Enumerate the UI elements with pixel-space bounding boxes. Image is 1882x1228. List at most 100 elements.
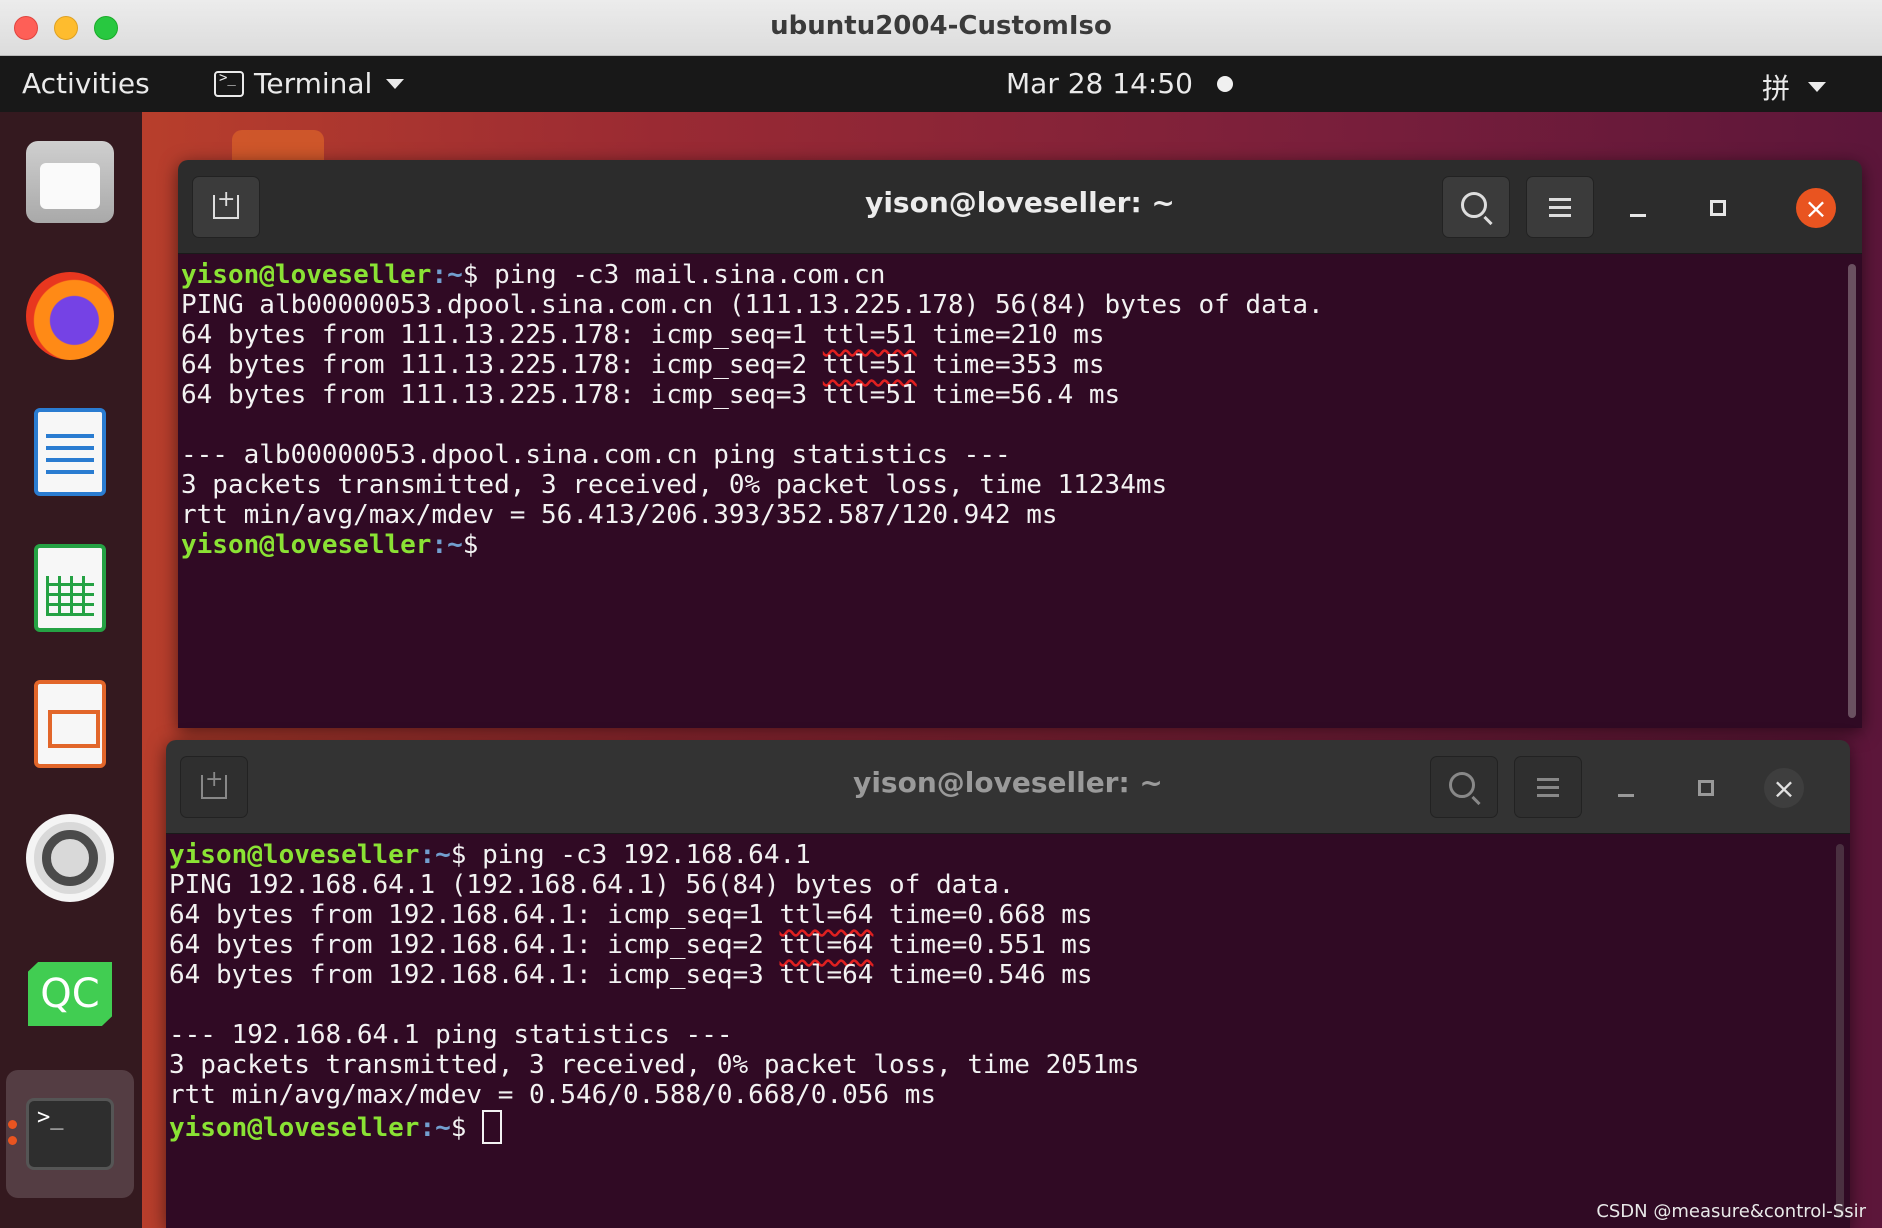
terminal-line: yison@loveseller:~$ ping -c3 mail.sina.c… bbox=[181, 260, 1862, 290]
maximize-button[interactable] bbox=[1686, 768, 1726, 808]
dock-item-calc[interactable] bbox=[24, 542, 116, 634]
menu-button[interactable] bbox=[1514, 756, 1582, 818]
settings-gear-icon bbox=[26, 814, 114, 902]
output-text: PING alb00000053.dpool.sina.com.cn (111.… bbox=[181, 290, 1324, 320]
reply-prefix: 64 bytes from 111.13.225.178: icmp_seq=1 bbox=[181, 320, 823, 350]
minimize-button[interactable] bbox=[1606, 768, 1646, 808]
prompt-path: :~ bbox=[419, 840, 451, 870]
output-text: rtt min/avg/max/mdev = 0.546/0.588/0.668… bbox=[169, 1080, 937, 1110]
prompt-path: :~ bbox=[431, 260, 463, 290]
running-indicator-dot bbox=[8, 1136, 17, 1145]
search-button[interactable] bbox=[1442, 176, 1510, 238]
libreoffice-writer-icon bbox=[34, 408, 106, 496]
hamburger-menu-icon bbox=[1549, 205, 1571, 209]
terminal-line: yison@loveseller:~$ bbox=[181, 530, 1862, 560]
app-menu-terminal[interactable]: Terminal bbox=[214, 67, 405, 100]
new-tab-icon bbox=[213, 187, 239, 219]
terminal-line: 64 bytes from 111.13.225.178: icmp_seq=1… bbox=[181, 320, 1862, 350]
ttl-value: ttl=51 bbox=[822, 380, 917, 410]
maximize-icon bbox=[1698, 780, 1714, 796]
prompt-path: :~ bbox=[419, 1113, 451, 1143]
terminal-line: 64 bytes from 111.13.225.178: icmp_seq=2… bbox=[181, 350, 1862, 380]
host-window-title: ubuntu2004-CustomIso bbox=[770, 11, 1112, 41]
app-menu-label: Terminal bbox=[254, 67, 373, 100]
reply-prefix: 64 bytes from 192.168.64.1: icmp_seq=1 bbox=[169, 900, 780, 930]
terminal-window-2[interactable]: yison@loveseller: ~ × yison@loveseller:~… bbox=[166, 740, 1850, 1228]
scrollbar[interactable] bbox=[1848, 264, 1856, 718]
output-text: PING 192.168.64.1 (192.168.64.1) 56(84) … bbox=[169, 870, 1015, 900]
clock-label: Mar 28 14:50 bbox=[1006, 67, 1193, 100]
prompt-user: yison@loveseller bbox=[169, 1113, 420, 1143]
terminal-headerbar[interactable]: yison@loveseller: ~ × bbox=[166, 740, 1850, 834]
new-tab-button[interactable] bbox=[192, 176, 260, 238]
dock-item-impress[interactable] bbox=[24, 678, 116, 770]
terminal-output[interactable]: yison@loveseller:~$ ping -c3 mail.sina.c… bbox=[178, 254, 1862, 728]
host-window-titlebar: ubuntu2004-CustomIso bbox=[0, 0, 1882, 56]
minimize-button[interactable] bbox=[1618, 188, 1658, 228]
dock-item-firefox[interactable] bbox=[24, 270, 116, 362]
input-method-label: 拼 bbox=[1761, 72, 1790, 105]
output-text: 3 packets transmitted, 3 received, 0% pa… bbox=[169, 1050, 1140, 1080]
search-button[interactable] bbox=[1430, 756, 1498, 818]
dock-item-qt-creator[interactable]: QC bbox=[24, 948, 116, 1040]
maximize-button[interactable] bbox=[1698, 188, 1738, 228]
terminal-output[interactable]: yison@loveseller:~$ ping -c3 192.168.64.… bbox=[166, 834, 1850, 1228]
terminal-line: --- 192.168.64.1 ping statistics --- bbox=[169, 1020, 1850, 1050]
watermark: CSDN @measure&control-Ssir bbox=[1596, 1201, 1866, 1222]
reply-prefix: 64 bytes from 111.13.225.178: icmp_seq=2 bbox=[181, 350, 823, 380]
terminal-line: rtt min/avg/max/mdev = 0.546/0.588/0.668… bbox=[169, 1080, 1850, 1110]
ttl-value: ttl=64 bbox=[779, 960, 874, 990]
chevron-down-icon bbox=[386, 78, 405, 89]
search-icon bbox=[1461, 192, 1487, 218]
libreoffice-impress-icon bbox=[34, 680, 106, 768]
terminal-line: PING 192.168.64.1 (192.168.64.1) 56(84) … bbox=[169, 870, 1850, 900]
ttl-value: ttl=64 bbox=[779, 930, 874, 960]
ttl-value: ttl=51 bbox=[822, 320, 917, 350]
close-button[interactable]: × bbox=[1764, 768, 1804, 808]
dock-item-files[interactable] bbox=[24, 136, 116, 228]
minimize-icon bbox=[1618, 793, 1634, 797]
close-button[interactable]: × bbox=[1796, 188, 1836, 228]
terminal-line: --- alb00000053.dpool.sina.com.cn ping s… bbox=[181, 440, 1862, 470]
output-text: 3 packets transmitted, 3 received, 0% pa… bbox=[181, 470, 1168, 500]
terminal-line: PING alb00000053.dpool.sina.com.cn (111.… bbox=[181, 290, 1862, 320]
dock-item-writer[interactable] bbox=[24, 406, 116, 498]
chevron-down-icon bbox=[1808, 82, 1826, 92]
close-icon: × bbox=[1772, 771, 1796, 805]
terminal-line: 64 bytes from 192.168.64.1: icmp_seq=3 t… bbox=[169, 960, 1850, 990]
output-text: rtt min/avg/max/mdev = 56.413/206.393/35… bbox=[181, 500, 1058, 530]
terminal-line: 64 bytes from 111.13.225.178: icmp_seq=3… bbox=[181, 380, 1862, 410]
prompt-user: yison@loveseller bbox=[181, 530, 432, 560]
command-text: $ bbox=[450, 1113, 483, 1143]
running-indicator-dot bbox=[8, 1120, 17, 1129]
hamburger-menu-icon bbox=[1537, 785, 1559, 789]
dock-item-terminal[interactable]: >_ bbox=[24, 1088, 116, 1180]
scrollbar[interactable] bbox=[1836, 844, 1844, 1218]
reply-time: time=56.4 ms bbox=[916, 380, 1121, 410]
clock-button[interactable]: Mar 28 14:50 bbox=[1006, 67, 1233, 100]
reply-time: time=0.551 ms bbox=[873, 930, 1093, 960]
qt-creator-icon: QC bbox=[28, 962, 112, 1026]
minimize-icon bbox=[1630, 213, 1646, 217]
activities-button[interactable]: Activities bbox=[22, 67, 150, 100]
input-method-menu[interactable]: 拼 bbox=[1762, 67, 1826, 107]
command-text: $ bbox=[462, 530, 495, 560]
text-cursor bbox=[482, 1110, 503, 1144]
menu-button[interactable] bbox=[1526, 176, 1594, 238]
new-tab-button[interactable] bbox=[180, 756, 248, 818]
prompt-path: :~ bbox=[431, 530, 463, 560]
dock: QC >_ bbox=[0, 112, 142, 1228]
command-text: $ ping -c3 mail.sina.com.cn bbox=[462, 260, 886, 290]
close-icon: × bbox=[1804, 191, 1828, 225]
terminal-app-icon: >_ bbox=[26, 1098, 114, 1170]
terminal-line: 64 bytes from 192.168.64.1: icmp_seq=1 t… bbox=[169, 900, 1850, 930]
ttl-value: ttl=51 bbox=[822, 350, 917, 380]
terminal-headerbar[interactable]: yison@loveseller: ~ × bbox=[178, 160, 1862, 254]
dock-item-settings[interactable] bbox=[24, 812, 116, 904]
files-icon bbox=[26, 141, 114, 223]
reply-time: time=353 ms bbox=[916, 350, 1105, 380]
terminal-window-1[interactable]: yison@loveseller: ~ × yison@loveseller:~… bbox=[178, 160, 1862, 728]
output-text: --- alb00000053.dpool.sina.com.cn ping s… bbox=[181, 440, 1011, 470]
reply-prefix: 64 bytes from 192.168.64.1: icmp_seq=3 bbox=[169, 960, 780, 990]
